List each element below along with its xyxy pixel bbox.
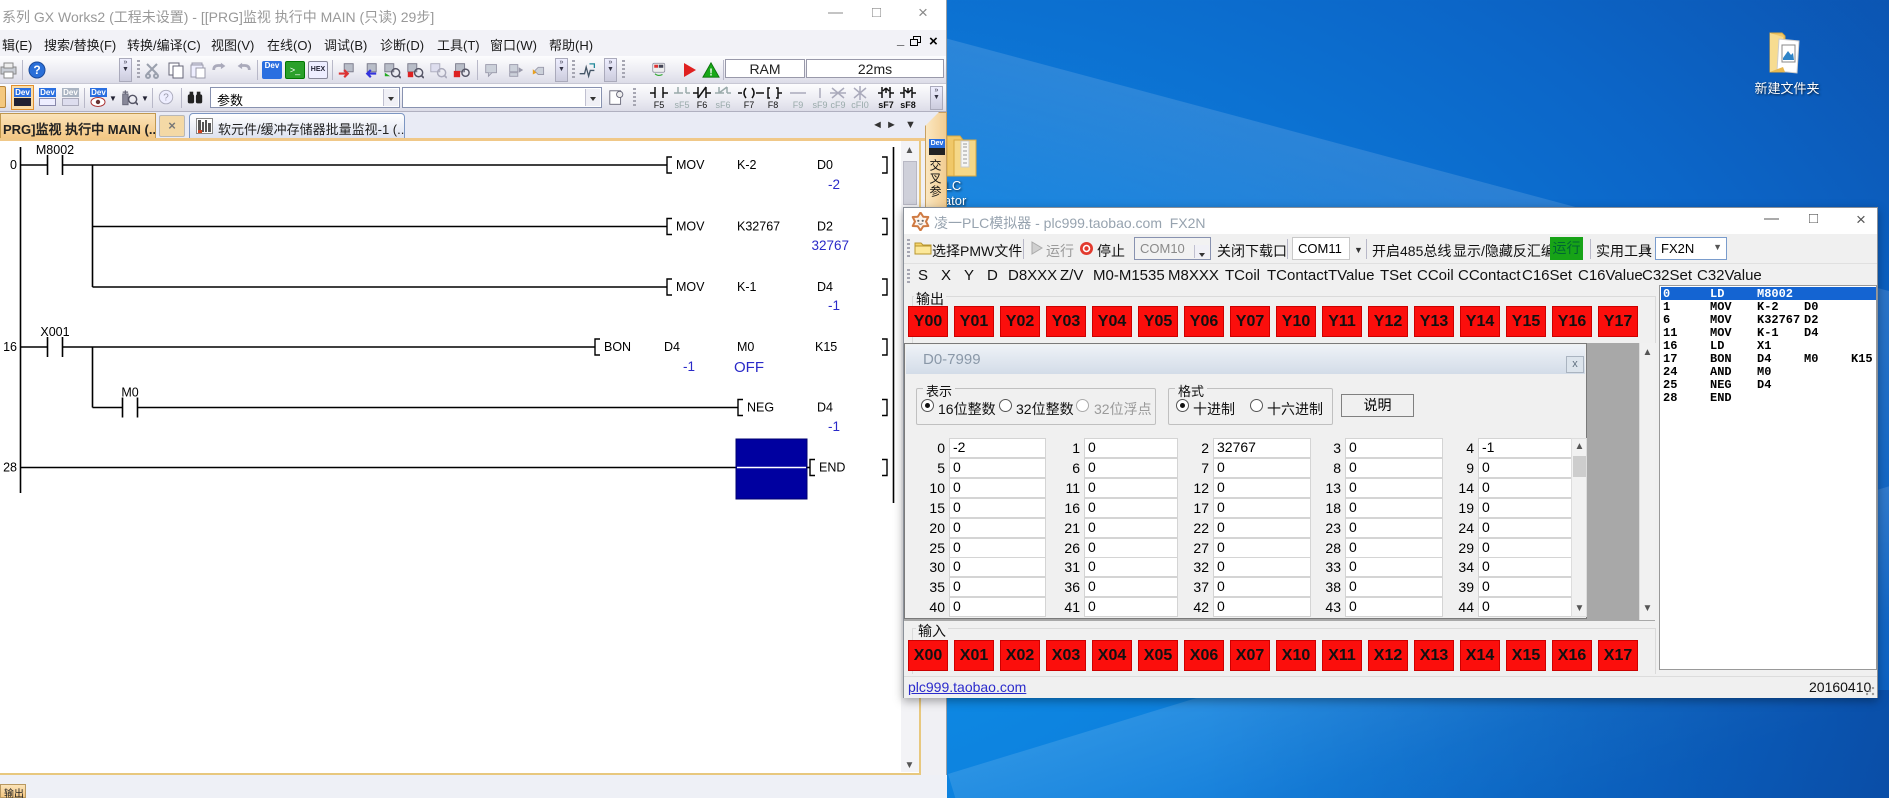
- svg-text:-1: -1: [828, 419, 840, 434]
- svg-text:F5: F5: [654, 100, 665, 110]
- svg-text:K-2: K-2: [737, 158, 757, 172]
- svg-text:NEG: NEG: [747, 401, 774, 415]
- svg-text:sF8: sF8: [900, 100, 916, 110]
- svg-text:28: 28: [3, 461, 17, 475]
- svg-text:D2: D2: [817, 220, 833, 234]
- svg-text:F8: F8: [768, 100, 779, 110]
- svg-text:K15: K15: [815, 340, 837, 354]
- svg-text:M0: M0: [121, 386, 138, 400]
- svg-text:D4: D4: [817, 401, 833, 415]
- svg-text:X001: X001: [40, 325, 69, 339]
- svg-text:OFF: OFF: [734, 359, 764, 376]
- svg-text:MOV: MOV: [676, 280, 705, 294]
- svg-text:?: ?: [33, 63, 40, 77]
- svg-text:F6: F6: [697, 100, 708, 110]
- svg-text:MOV: MOV: [676, 158, 705, 172]
- svg-text:32767: 32767: [811, 238, 849, 253]
- svg-text:sF9: sF9: [812, 100, 827, 110]
- svg-text:cF9: cF9: [830, 100, 845, 110]
- svg-text:D4: D4: [664, 340, 680, 354]
- svg-text:sF6: sF6: [715, 100, 730, 110]
- svg-text:F9: F9: [793, 100, 804, 110]
- svg-text:M8002: M8002: [36, 143, 74, 157]
- svg-text:cFI0: cFI0: [851, 100, 869, 110]
- svg-text:?: ?: [163, 93, 169, 104]
- svg-text:sF7: sF7: [878, 100, 894, 110]
- svg-text:-2: -2: [828, 177, 840, 192]
- svg-text:BON: BON: [604, 340, 631, 354]
- svg-text:-1: -1: [828, 298, 840, 313]
- svg-text:MOV: MOV: [676, 220, 705, 234]
- svg-text:sF5: sF5: [674, 100, 689, 110]
- svg-text:16: 16: [3, 340, 17, 354]
- svg-text:K-1: K-1: [737, 280, 757, 294]
- svg-text:!: !: [709, 67, 712, 78]
- svg-text:D4: D4: [817, 280, 833, 294]
- svg-text:END: END: [819, 461, 845, 475]
- svg-text:-1: -1: [683, 359, 695, 374]
- svg-text:K32767: K32767: [737, 220, 780, 234]
- svg-text:F7: F7: [744, 100, 755, 110]
- svg-text:D0: D0: [817, 158, 833, 172]
- svg-text:0: 0: [10, 158, 17, 172]
- svg-text:M0: M0: [737, 340, 754, 354]
